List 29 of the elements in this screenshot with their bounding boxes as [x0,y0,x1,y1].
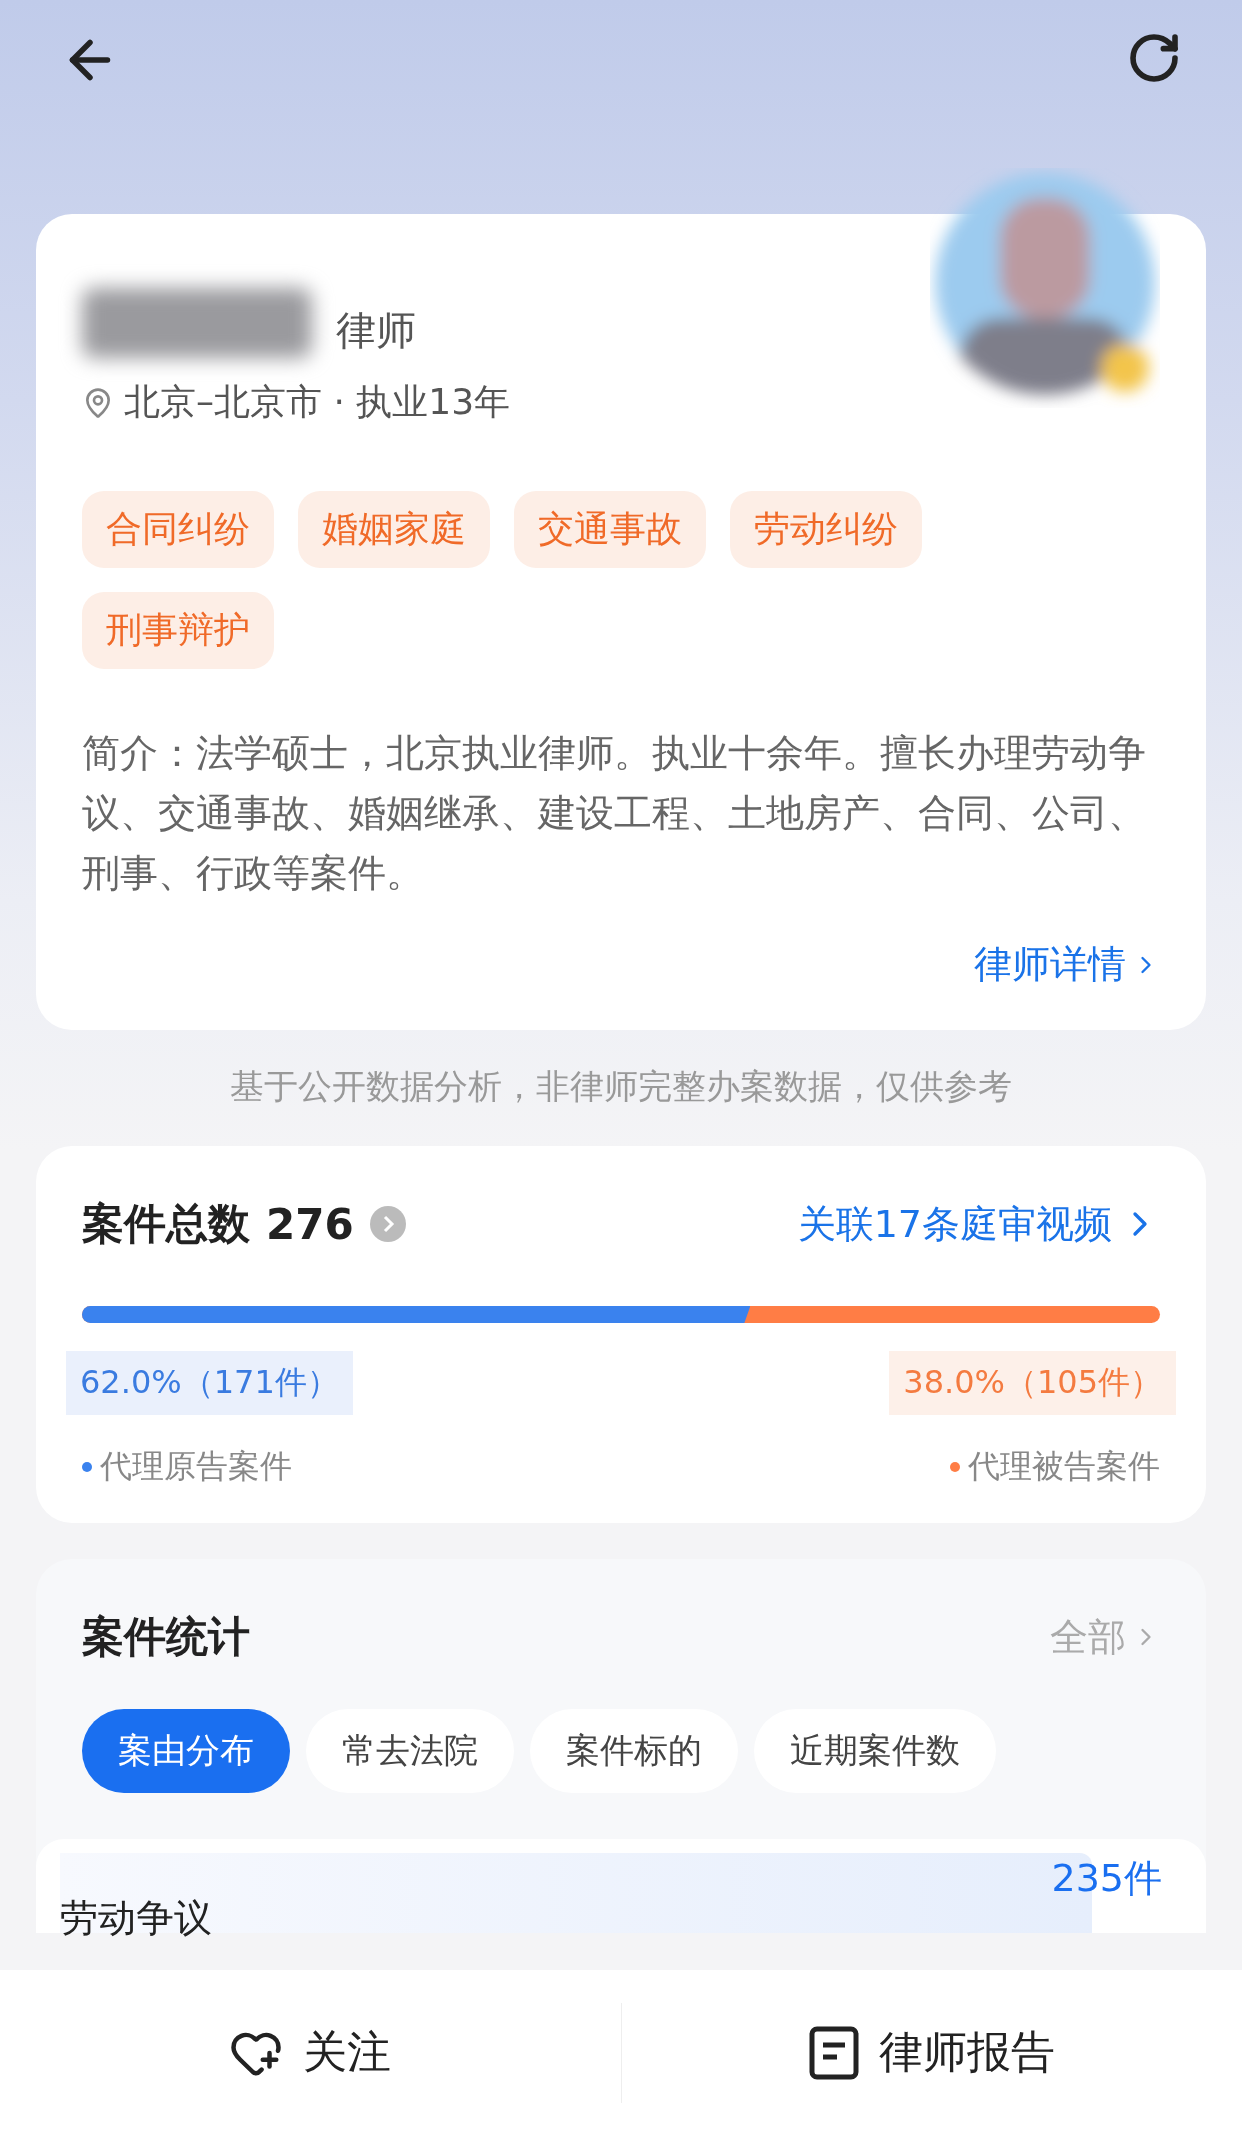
legend-label: 代理被告案件 [968,1446,1160,1487]
specialty-tag: 劳动纠纷 [730,491,922,568]
category-tab[interactable]: 常去法院 [306,1709,514,1793]
specialty-tag: 刑事辩护 [82,592,274,669]
category-tab[interactable]: 近期案件数 [754,1709,996,1793]
lawyer-title: 律师 [336,306,416,355]
follow-button[interactable]: 关注 [0,1970,621,2135]
legend-dot [82,1462,92,1472]
document-icon [808,2025,859,2080]
case-stats-title: 案件统计 [82,1611,250,1663]
specialty-tag: 婚姻家庭 [298,491,490,568]
plaintiff-reading: 62.0%（171件） [66,1351,353,1415]
legend-label: 代理原告案件 [100,1446,292,1487]
video-link[interactable]: 关联17条庭审视频 [797,1198,1160,1250]
case-type-name: 劳动争议 [60,1895,212,1942]
specialty-tag: 交通事故 [514,491,706,568]
category-tab[interactable]: 案由分布 [82,1709,290,1793]
defendant-reading: 38.0%（105件） [889,1351,1176,1415]
specialty-tag: 合同纠纷 [82,491,274,568]
lawyer-detail-link[interactable]: 律师详情 [974,939,1160,990]
category-tab[interactable]: 案件标的 [530,1709,738,1793]
disclaimer-text: 基于公开数据分析，非律师完整办案数据，仅供参考 [229,1065,1013,1108]
location-text: 北京–北京市 · 执业13年 [124,380,511,424]
case-count: 235件 [1051,1855,1162,1902]
intro-text: 简介：法学硕士，北京执业律师。执业十余年。擅长办理劳动争议、交通事故、婚姻继承、建设工程、土地房产、合同、公司、刑事、行政等案件。 [82,730,1147,897]
report-button[interactable]: 律师报告 [621,1970,1242,2135]
case-total-title: 案件总数 [82,1198,250,1250]
case-total-count: 276 [266,1199,354,1249]
legend-dot [950,1462,960,1472]
